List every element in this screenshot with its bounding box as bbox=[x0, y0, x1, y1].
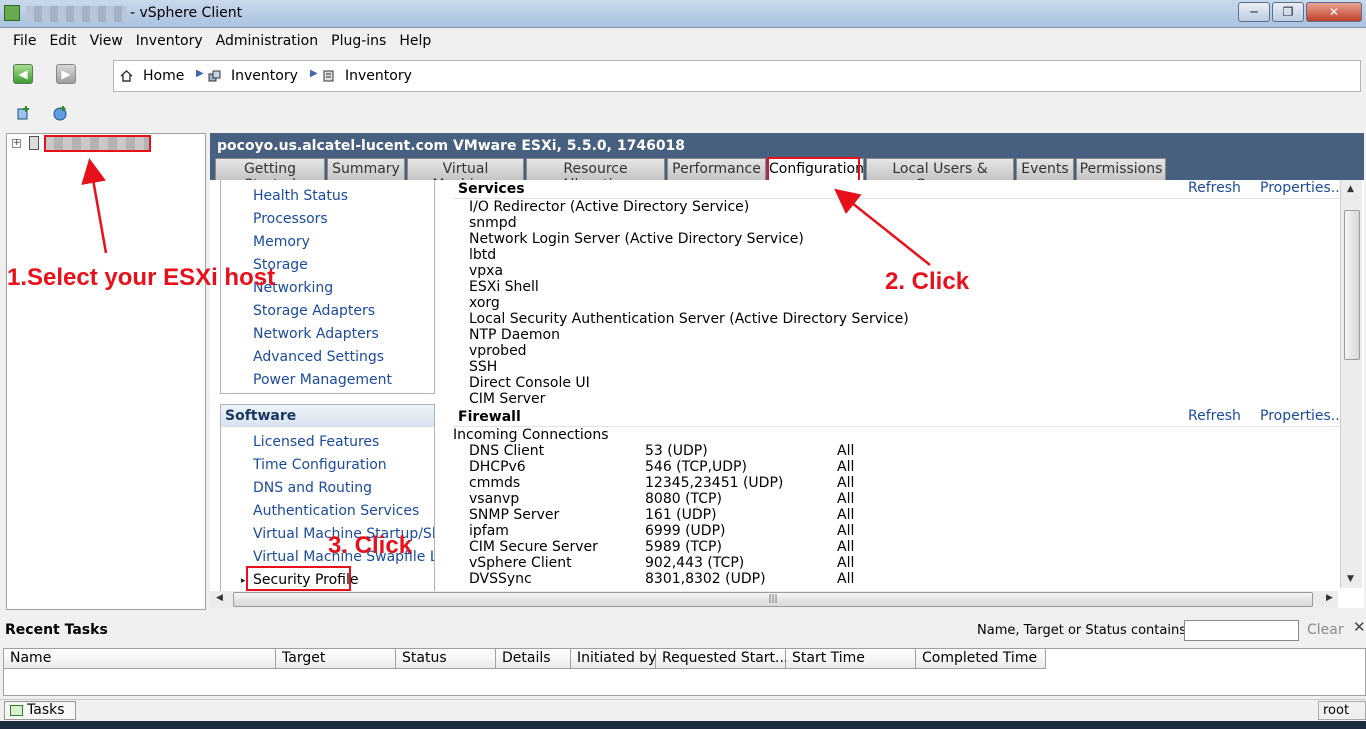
arrow-to-host bbox=[81, 158, 108, 254]
arrow-to-configuration bbox=[834, 188, 931, 266]
annotation-arrows bbox=[81, 158, 931, 266]
